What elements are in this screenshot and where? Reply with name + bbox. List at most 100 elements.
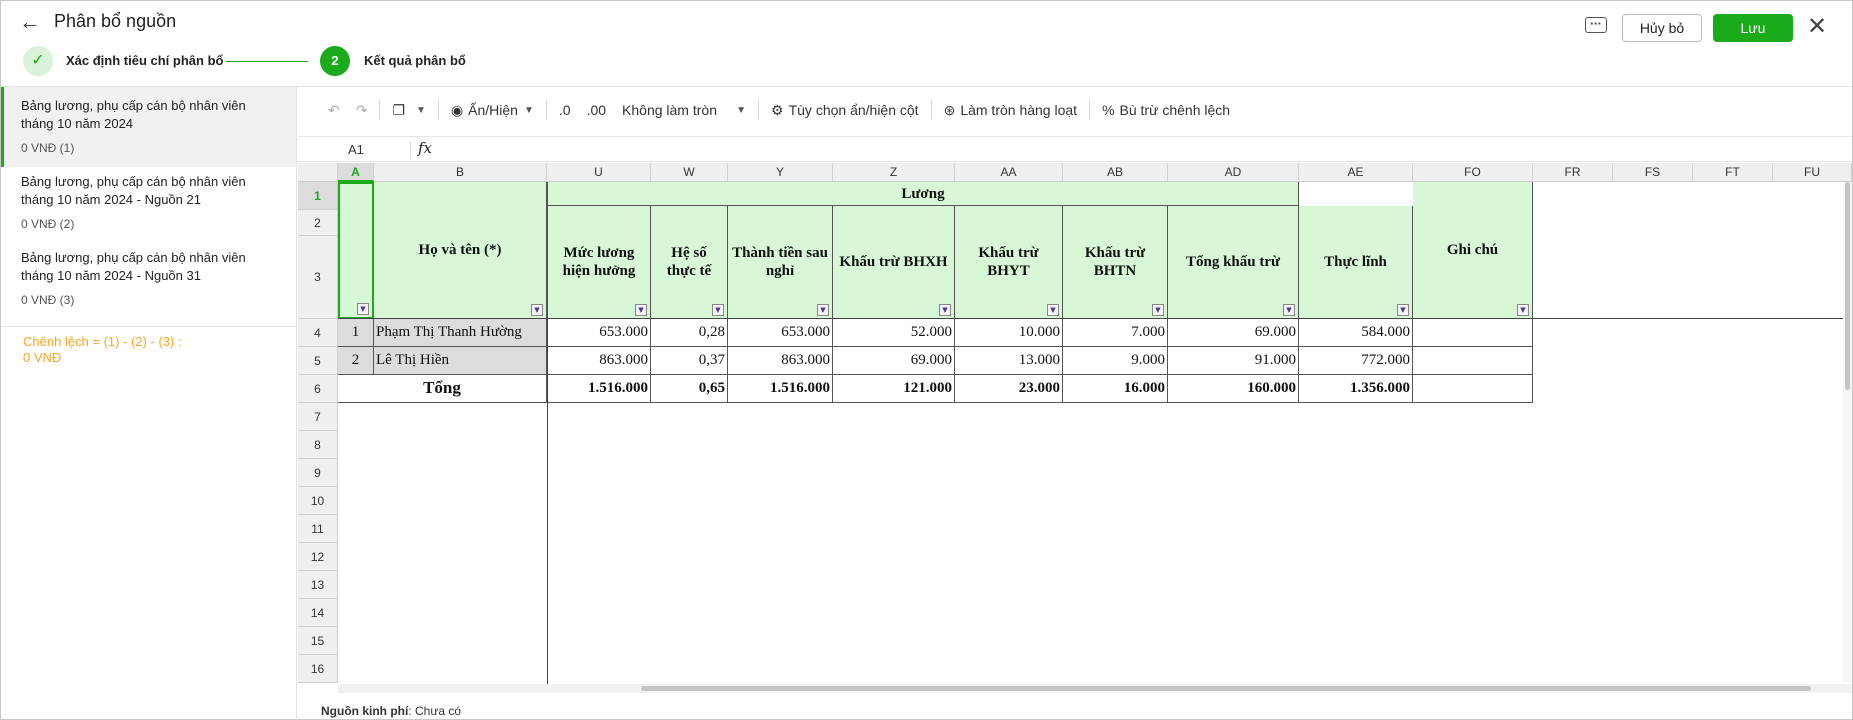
rounding-select[interactable]: Không làm tròn ▼ — [614, 96, 754, 124]
total-value[interactable]: 1.516.000 — [728, 375, 833, 403]
cell-note[interactable] — [1413, 347, 1533, 375]
header-cell[interactable]: Khấu trừ BHXH ▼ — [833, 206, 955, 319]
column-header[interactable]: FR — [1533, 163, 1613, 182]
cell-value[interactable]: 69.000 — [1168, 319, 1299, 347]
bulk-round-button[interactable]: ⊛ Làm tròn hàng loạt — [936, 96, 1085, 124]
cell-value[interactable]: 9.000 — [1063, 347, 1168, 375]
filter-icon[interactable]: ▼ — [939, 304, 951, 316]
offset-difference-button[interactable]: % Bù trừ chênh lệch — [1094, 96, 1238, 124]
back-arrow-icon[interactable]: ← — [19, 9, 41, 35]
header-cell[interactable]: Thực lĩnh ▼ — [1299, 206, 1413, 319]
cancel-button[interactable]: Hủy bỏ — [1622, 14, 1702, 42]
filter-icon[interactable]: ▼ — [1397, 304, 1409, 316]
row-header[interactable]: 5 — [298, 347, 338, 375]
header-cell-name[interactable]: Họ và tên (*) ▼ — [374, 182, 547, 319]
cell-value[interactable]: 69.000 — [833, 347, 955, 375]
column-header[interactable]: FO — [1413, 163, 1533, 182]
row-header[interactable]: 4 — [298, 319, 338, 347]
cell-value[interactable]: 0,28 — [651, 319, 728, 347]
column-header[interactable]: FU — [1773, 163, 1852, 182]
vertical-scrollbar[interactable] — [1843, 182, 1852, 682]
decrease-decimal-button[interactable]: .0 — [551, 96, 579, 124]
step-2-label[interactable]: Kết quả phân bổ — [364, 53, 466, 68]
step-2-badge[interactable]: 2 — [320, 46, 350, 76]
filter-icon[interactable]: ▼ — [357, 303, 369, 315]
row-header[interactable]: 15 — [298, 627, 338, 655]
cell-value[interactable]: 653.000 — [547, 319, 651, 347]
horizontal-scroll-thumb[interactable] — [641, 686, 1811, 691]
cell-name[interactable]: Phạm Thị Thanh Hường — [374, 319, 547, 347]
column-header[interactable]: AB — [1063, 163, 1168, 182]
increase-decimal-button[interactable]: .00 — [579, 96, 614, 124]
header-cell[interactable]: Khấu trừ BHYT ▼ — [955, 206, 1063, 319]
header-cell[interactable]: Tổng khấu trừ ▼ — [1168, 206, 1299, 319]
row-header[interactable]: 11 — [298, 515, 338, 543]
row-header[interactable]: 2 — [298, 210, 338, 236]
row-header[interactable]: 7 — [298, 403, 338, 431]
save-button[interactable]: Lưu — [1713, 14, 1793, 42]
total-value[interactable]: 1.516.000 — [547, 375, 651, 403]
column-header[interactable]: AD — [1168, 163, 1299, 182]
column-header[interactable]: U — [547, 163, 651, 182]
cell-note[interactable] — [1413, 375, 1533, 403]
row-header[interactable]: 14 — [298, 599, 338, 627]
total-value[interactable]: 121.000 — [833, 375, 955, 403]
show-hide-dropdown[interactable]: ◉ Ẩn/Hiện ▼ — [443, 96, 542, 124]
total-value[interactable]: 160.000 — [1168, 375, 1299, 403]
filter-icon[interactable]: ▼ — [817, 304, 829, 316]
total-value[interactable]: 16.000 — [1063, 375, 1168, 403]
group-header-luong[interactable]: Lương — [547, 182, 1299, 206]
total-value[interactable]: 23.000 — [955, 375, 1063, 403]
source-item-1[interactable]: Bảng lương, phụ cấp cán bộ nhân viên thá… — [1, 87, 296, 167]
cell-value[interactable]: 772.000 — [1299, 347, 1413, 375]
filter-icon[interactable]: ▼ — [531, 304, 543, 316]
column-header[interactable]: W — [651, 163, 728, 182]
row-header[interactable]: 8 — [298, 431, 338, 459]
header-cell[interactable]: Mức lương hiện hưởng ▼ — [547, 206, 651, 319]
cell-value[interactable]: 0,37 — [651, 347, 728, 375]
source-item-2[interactable]: Bảng lương, phụ cấp cán bộ nhân viên thá… — [1, 163, 296, 243]
keyboard-icon[interactable]: ▪▪▪ — [1585, 17, 1607, 33]
header-cell[interactable]: Hệ số thực tế ▼ — [651, 206, 728, 319]
horizontal-scrollbar[interactable] — [338, 684, 1852, 693]
column-options-button[interactable]: ⚙ Tùy chọn ẩn/hiện cột — [763, 96, 927, 124]
cell-value[interactable]: 584.000 — [1299, 319, 1413, 347]
row-header[interactable]: 16 — [298, 655, 338, 683]
step-1-label[interactable]: Xác định tiêu chí phân bổ — [66, 53, 223, 68]
cell-value[interactable]: 13.000 — [955, 347, 1063, 375]
header-cell[interactable]: Khấu trừ BHTN ▼ — [1063, 206, 1168, 319]
column-header[interactable]: FT — [1693, 163, 1773, 182]
row-header[interactable]: 3 — [298, 236, 338, 319]
cell-value[interactable]: 653.000 — [728, 319, 833, 347]
close-icon[interactable]: ✕ — [1807, 13, 1827, 41]
undo-icon[interactable]: ↶ — [320, 96, 348, 124]
column-header[interactable]: AA — [955, 163, 1063, 182]
cell-value[interactable]: 863.000 — [728, 347, 833, 375]
copy-button[interactable]: ❐ ▼ — [384, 96, 433, 124]
column-header[interactable]: AE — [1299, 163, 1413, 182]
cell-stt[interactable]: 2 — [338, 347, 374, 375]
column-header[interactable]: FS — [1613, 163, 1693, 182]
filter-icon[interactable]: ▼ — [1517, 304, 1529, 316]
cell-value[interactable]: 10.000 — [955, 319, 1063, 347]
column-header[interactable]: B — [374, 163, 547, 182]
header-cell[interactable]: Thành tiền sau nghỉ ▼ — [728, 206, 833, 319]
cell-name[interactable]: Lê Thị Hiền — [374, 347, 547, 375]
row-header[interactable]: 9 — [298, 459, 338, 487]
redo-icon[interactable]: ↷ — [348, 96, 376, 124]
total-label[interactable]: Tổng — [338, 375, 547, 403]
filter-icon[interactable]: ▼ — [1283, 304, 1295, 316]
row-header[interactable]: 13 — [298, 571, 338, 599]
column-header[interactable]: Y — [728, 163, 833, 182]
total-value[interactable]: 1.356.000 — [1299, 375, 1413, 403]
total-value[interactable]: 0,65 — [651, 375, 728, 403]
cell-value[interactable]: 52.000 — [833, 319, 955, 347]
cell-value[interactable]: 91.000 — [1168, 347, 1299, 375]
select-all-corner[interactable] — [298, 163, 338, 182]
filter-icon[interactable]: ▼ — [1152, 304, 1164, 316]
source-item-3[interactable]: Bảng lương, phụ cấp cán bộ nhân viên thá… — [1, 239, 296, 319]
row-header[interactable]: 1 — [298, 182, 338, 210]
spreadsheet-grid[interactable]: A B U W Y Z AA AB AD AE FO FR FS FT FU 1… — [298, 163, 1852, 693]
cell-note[interactable] — [1413, 319, 1533, 347]
filter-icon[interactable]: ▼ — [635, 304, 647, 316]
